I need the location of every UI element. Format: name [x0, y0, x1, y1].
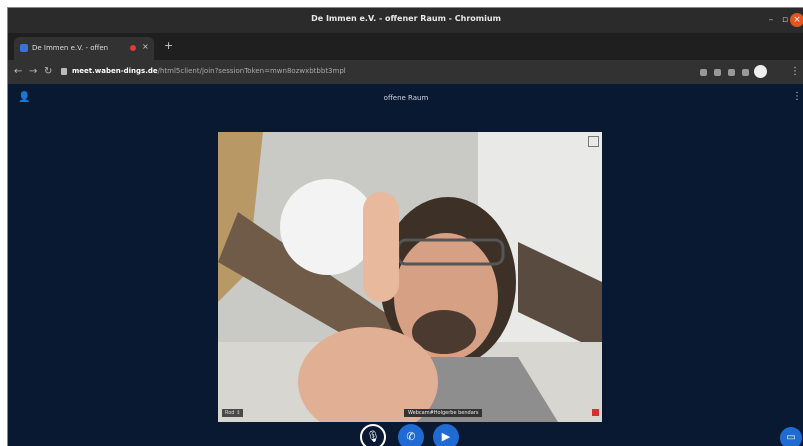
- tab-label: De Immen e.V. - offen: [32, 44, 109, 52]
- webcam-video[interactable]: Rod ↕ Webcam#Holgerbe bendars: [218, 132, 602, 422]
- tab-strip: De Immen e.V. - offen × +: [8, 33, 803, 60]
- url-path: /html5client/join?sessionToken=mwn8ozwxb…: [157, 67, 346, 75]
- browser-menu-icon[interactable]: ⋮: [790, 66, 800, 77]
- profile-avatar-icon[interactable]: [754, 65, 767, 78]
- extensions-icon[interactable]: [742, 69, 749, 76]
- browser-window: De Immen e.V. - offener Raum - Chromium …: [7, 7, 803, 446]
- options-menu-icon[interactable]: ⋮: [792, 91, 802, 102]
- window-titlebar: De Immen e.V. - offener Raum - Chromium …: [8, 8, 803, 33]
- camera-button[interactable]: ▶: [433, 424, 459, 446]
- muted-indicator-icon: [592, 409, 599, 416]
- phone-button[interactable]: ✆: [398, 424, 424, 446]
- address-bar[interactable]: meet.waben-dings.de/html5client/join?ses…: [72, 67, 346, 75]
- favicon-icon: [20, 44, 28, 52]
- reload-icon[interactable]: ↻: [44, 66, 52, 78]
- meeting-controls: 🎙 ✆ ▶: [8, 424, 803, 446]
- close-icon[interactable]: ×: [790, 13, 803, 27]
- room-title: offene Raum: [383, 94, 429, 102]
- webcam-name-label: Webcam#Holgerbe bendars: [404, 409, 483, 417]
- key-icon[interactable]: [714, 69, 721, 76]
- tab-close-icon[interactable]: ×: [142, 42, 149, 51]
- presentation-button[interactable]: ▭: [780, 427, 802, 446]
- new-tab-icon[interactable]: +: [164, 40, 173, 51]
- back-icon[interactable]: ←: [14, 66, 22, 78]
- window-title: De Immen e.V. - offener Raum - Chromium: [311, 14, 501, 23]
- video-left-label: Rod ↕: [222, 409, 244, 417]
- meeting-app: 👤 offene Raum ⋮ Rod ↕ Webcam#Holgerbe be…: [8, 84, 803, 446]
- recording-dot-icon: [130, 45, 136, 51]
- url-host: meet.waben-dings.de: [72, 67, 158, 75]
- webcam-image: [218, 132, 602, 422]
- browser-toolbar: ← → ↻ meet.waben-dings.de/html5client/jo…: [8, 60, 803, 84]
- fullscreen-icon[interactable]: [588, 136, 599, 147]
- minimize-icon[interactable]: –: [764, 13, 778, 27]
- microphone-button[interactable]: 🎙: [360, 424, 386, 446]
- camera-permission-icon[interactable]: [700, 69, 707, 76]
- lock-icon: [61, 68, 67, 75]
- browser-tab[interactable]: De Immen e.V. - offen ×: [14, 37, 154, 60]
- bookmark-icon[interactable]: [728, 69, 735, 76]
- forward-icon[interactable]: →: [29, 66, 37, 78]
